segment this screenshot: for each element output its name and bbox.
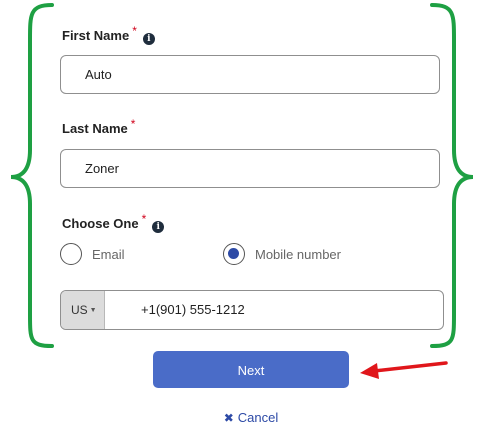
radio-option-mobile[interactable]: Mobile number: [223, 243, 341, 265]
last-name-input[interactable]: Zoner: [60, 149, 440, 188]
country-code-select[interactable]: US ▼: [61, 291, 105, 329]
choose-one-label: Choose One * i: [62, 212, 165, 233]
left-brace-annotation: [10, 3, 54, 348]
radio-mobile-label: Mobile number: [255, 246, 341, 262]
contact-method-radio-group: Email Mobile number: [60, 243, 440, 269]
radio-mobile[interactable]: [223, 243, 245, 265]
cancel-link-text: Cancel: [237, 410, 279, 425]
first-name-label-text: First Name: [62, 28, 130, 43]
next-button[interactable]: Next: [153, 351, 349, 388]
radio-option-email[interactable]: Email: [60, 243, 125, 265]
first-name-input[interactable]: Auto: [60, 55, 440, 94]
last-name-label-text: Last Name: [62, 121, 128, 136]
radio-email[interactable]: [60, 243, 82, 265]
x-icon: ✖: [223, 411, 234, 425]
phone-input-group: US ▼ +1(901) 555-1212: [60, 290, 444, 330]
choose-one-label-text: Choose One: [62, 216, 139, 231]
radio-email-label: Email: [92, 246, 125, 262]
caret-down-icon: ▼: [89, 307, 97, 314]
cancel-link[interactable]: ✖ Cancel: [0, 410, 483, 425]
required-mark: *: [132, 24, 137, 38]
first-name-label: First Name * i: [62, 24, 155, 45]
info-icon[interactable]: i: [142, 33, 155, 45]
required-mark: *: [141, 212, 147, 226]
last-name-label: Last Name *: [62, 117, 135, 136]
phone-number-input[interactable]: +1(901) 555-1212: [141, 291, 245, 329]
info-icon[interactable]: i: [152, 221, 165, 233]
required-mark: *: [130, 117, 136, 131]
country-code-value: US: [71, 303, 88, 317]
red-arrow-annotation: [360, 361, 448, 379]
